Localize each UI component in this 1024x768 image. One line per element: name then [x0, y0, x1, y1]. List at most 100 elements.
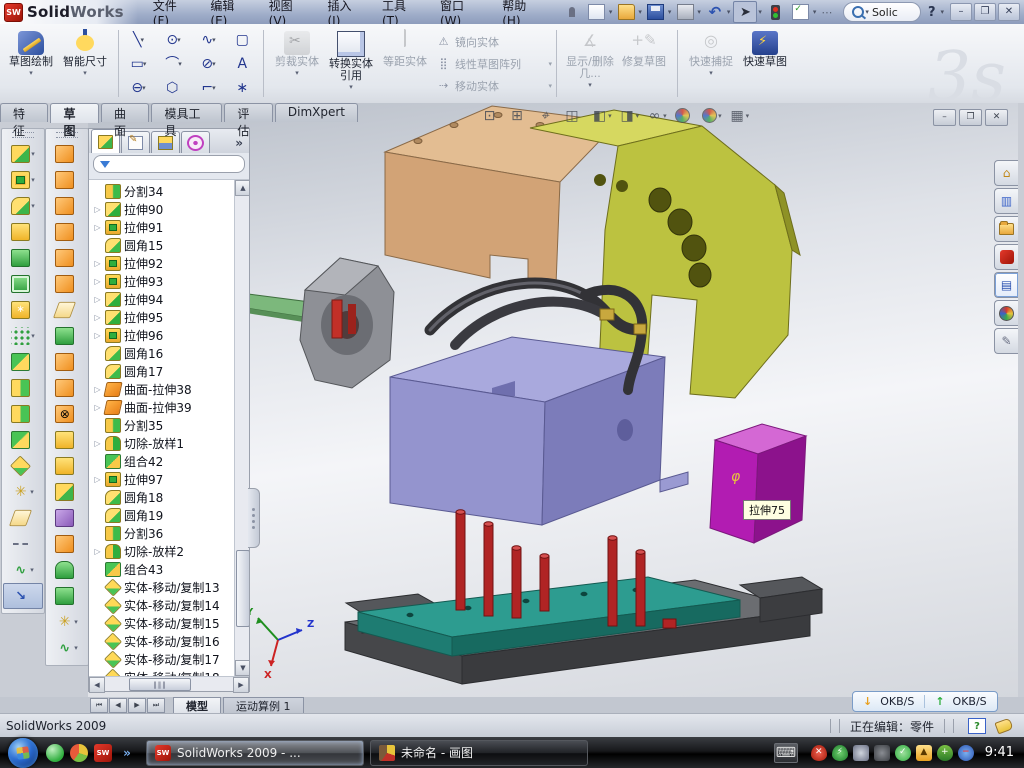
expand-arrow-icon[interactable]: ▷	[93, 223, 102, 232]
keyboard-layout-icon[interactable]: ⌨	[774, 743, 798, 763]
tree-item[interactable]: ▷ 拉伸92	[91, 254, 249, 272]
dome-icon[interactable]: ▾	[48, 557, 86, 583]
revolved-cut-icon[interactable]: ▾	[4, 271, 42, 297]
rectangle-tool-icon[interactable]: ▭ ▾	[121, 52, 156, 76]
zoom-selection-icon[interactable]: ⌖ ▾	[535, 108, 559, 124]
freeform-icon[interactable]: ▾	[48, 531, 86, 557]
tree-item[interactable]: ▷ 拉伸94	[91, 290, 249, 308]
tray-sync-blocked-icon[interactable]: −	[958, 745, 974, 761]
save-button[interactable]	[645, 2, 667, 22]
display-delete-relations-button[interactable]: ∡ 显示/删除几... ▾	[563, 27, 617, 100]
expand-arrow-icon[interactable]: ▷	[93, 331, 102, 340]
tray-security-alert-icon[interactable]: ✕	[811, 745, 827, 761]
hscrollbar-thumb[interactable]: ‖‖‖	[129, 678, 191, 691]
convert-entities-button[interactable]: 转换实体引用 ▾	[324, 27, 378, 100]
model-tab[interactable]: 模型	[173, 697, 221, 713]
tree-item[interactable]: ▷ 实体-移动/复制13	[91, 578, 249, 596]
extruded-surface-icon[interactable]: ▾	[48, 219, 86, 245]
search-input[interactable]: Solic	[872, 6, 912, 19]
minimize-button[interactable]: –	[950, 3, 972, 21]
move-entities-button[interactable]: ⇢ 移动实体 ▾	[436, 76, 554, 96]
insert-part-red[interactable]	[332, 300, 342, 338]
repair-sketch-button[interactable]: +✎ 修复草图	[617, 27, 671, 100]
scroll-up-icon[interactable]: ▲	[235, 180, 249, 196]
extruded-cut-icon[interactable]: ▾	[4, 167, 42, 193]
rebuild-button[interactable]	[765, 2, 787, 22]
tree-item[interactable]: ▷ 实体-移动/复制16	[91, 632, 249, 650]
tree-item[interactable]: ▷ 组合43	[91, 560, 249, 578]
tree-item[interactable]: ▷ 圆角17	[91, 362, 249, 380]
taskpane-view-palette-tab[interactable]: ▤	[994, 272, 1018, 298]
view-orientation-icon[interactable]: ◧ ▾	[590, 108, 614, 124]
swept-surface-icon[interactable]: ▾	[48, 141, 86, 167]
display-style-icon[interactable]: ◨ ▾	[618, 108, 642, 124]
taskpane-home-tab[interactable]: ⌂	[994, 160, 1018, 186]
section-view-icon[interactable]: ◫ ▾	[563, 108, 587, 124]
doc-minimize-button[interactable]: –	[933, 109, 956, 126]
motion-study-tab[interactable]: 运动算例 1	[223, 697, 304, 713]
combine-icon[interactable]: ▾	[4, 349, 42, 375]
shape-icon[interactable]: ▾	[48, 583, 86, 609]
tree-item[interactable]: ▷ 圆角16	[91, 344, 249, 362]
rapid-sketch-button[interactable]: 快速草图	[738, 27, 792, 100]
tree-item[interactable]: ▷ 曲面-拉伸39	[91, 398, 249, 416]
marquee-tool-icon[interactable]: ▢ ▾	[226, 28, 261, 52]
line-tool-icon[interactable]: ╲ ▾	[121, 28, 156, 52]
clock[interactable]: 9:41	[985, 745, 1014, 760]
zoom-fit-icon[interactable]: ⊡ ▾	[480, 108, 504, 124]
sketch-draw-button[interactable]: 草图绘制 ▾	[4, 27, 58, 100]
toolbar-overflow-indicator[interactable]: ⋯	[819, 6, 834, 19]
thicken-icon[interactable]: ▾	[48, 349, 86, 375]
fillet-icon[interactable]: ▾	[4, 193, 42, 219]
expand-arrow-icon[interactable]: ▷	[93, 403, 102, 412]
quicklaunch-solidworks-icon[interactable]: SW	[94, 744, 112, 762]
move-face-icon[interactable]: ▾	[48, 479, 86, 505]
view-settings-icon[interactable]: ▾	[700, 107, 724, 124]
tab-evaluate[interactable]: 评估	[224, 103, 272, 122]
quicklaunch-app-icon[interactable]	[70, 744, 88, 762]
sketch-text-icon[interactable]: A ▾	[226, 52, 261, 76]
slot-tool-icon[interactable]: ⊖ ▾	[121, 76, 156, 100]
tree-item[interactable]: ▷ 拉伸93	[91, 272, 249, 290]
edit-appearance-icon[interactable]: ▦ ▾	[728, 108, 752, 124]
tree-vertical-scrollbar[interactable]: ▲ ▼	[234, 180, 249, 676]
linear-sketch-pattern-button[interactable]: ⣿ 线性草图阵列 ▾	[436, 54, 554, 74]
expand-arrow-icon[interactable]: ▷	[93, 547, 102, 556]
extend-surface-icon[interactable]: ▾	[48, 323, 86, 349]
reference-geometry-icon[interactable]: ✳ ▾	[4, 479, 42, 505]
tree-horizontal-scrollbar[interactable]: ◀ ‖‖‖ ▶	[89, 676, 249, 691]
taskbar-solidworks-button[interactable]: SW SolidWorks 2009 - ...	[146, 740, 364, 766]
expand-arrow-icon[interactable]: ▷	[93, 475, 102, 484]
quick-snaps-button[interactable]: ◎ 快速捕捉 ▾	[684, 27, 738, 100]
status-help-icon[interactable]: ?	[968, 718, 986, 734]
expand-arrow-icon[interactable]: ▷	[93, 205, 102, 214]
taskpane-resources-tab[interactable]: ▥	[994, 188, 1018, 214]
tree-item[interactable]: ▷ 曲面-拉伸38	[91, 380, 249, 398]
search-box[interactable]: ▾ Solic	[843, 2, 921, 22]
stop-button-red[interactable]	[663, 619, 676, 628]
polygon-tool-icon[interactable]: ⬡ ▾	[156, 76, 191, 100]
apply-scene-icon[interactable]: ▾	[673, 107, 697, 124]
network-speed-widget[interactable]: ↓ OKB/S ↑ OKB/S	[852, 691, 998, 712]
extruded-boss-icon[interactable]: ▾	[4, 141, 42, 167]
panel-splitter-handle[interactable]	[248, 488, 260, 548]
tree-item[interactable]: ▷ 拉伸95	[91, 308, 249, 326]
feature-filter-input[interactable]	[93, 155, 245, 173]
combine-icon-2[interactable]: ▾	[4, 427, 42, 453]
filled-surface-icon[interactable]: ▾	[48, 271, 86, 297]
ellipse-tool-icon[interactable]: ⊘ ▾	[191, 52, 226, 76]
print-button[interactable]	[674, 2, 696, 22]
axis-icon[interactable]: ▾	[4, 531, 42, 557]
curve-icon-2[interactable]: ∿ ▾	[48, 635, 86, 661]
expand-arrow-icon[interactable]: ▷	[93, 385, 102, 394]
tray-shield-plus-icon[interactable]: +	[937, 745, 953, 761]
knit-surface-icon[interactable]: ▾	[48, 453, 86, 479]
undo-button[interactable]: ↶	[704, 2, 726, 22]
tree-item[interactable]: ▷ 实体-移动/复制15	[91, 614, 249, 632]
tree-item[interactable]: ▷ 拉伸96	[91, 326, 249, 344]
scroll-left-icon[interactable]: ◀	[89, 677, 105, 693]
offset-entities-button[interactable]: 等距实体	[378, 27, 432, 100]
restore-button[interactable]: ❐	[974, 3, 996, 21]
curve-icon[interactable]: ∿ ▾	[4, 557, 42, 583]
surface-fillet-icon[interactable]: ▾	[48, 375, 86, 401]
